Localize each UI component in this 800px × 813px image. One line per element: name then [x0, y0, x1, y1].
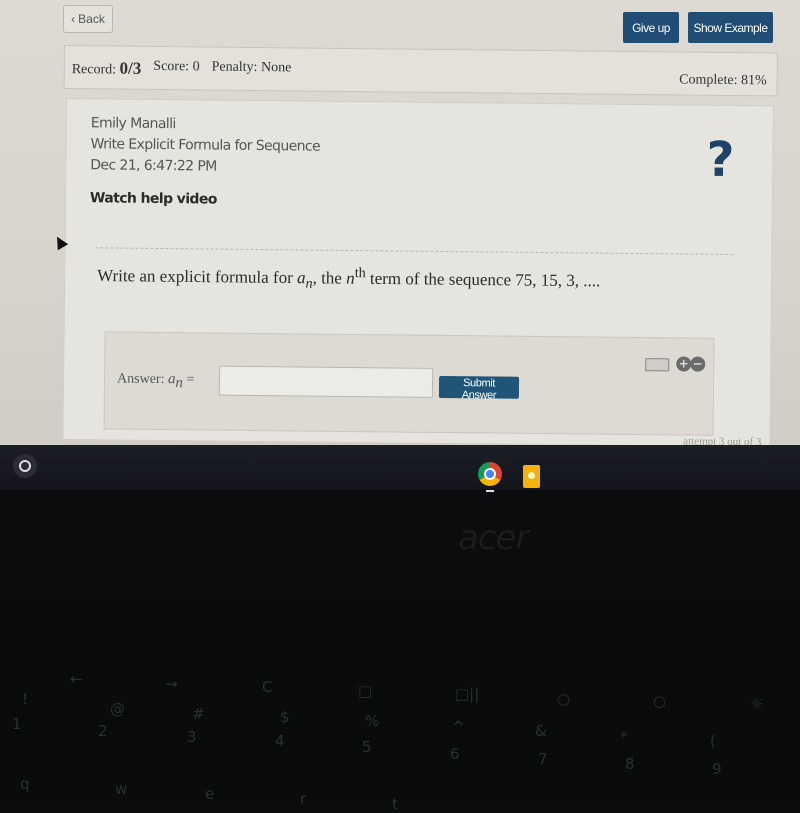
keyboard-key: # [192, 705, 205, 723]
chrome-icon[interactable] [478, 462, 502, 486]
keyboard-key: ( [710, 732, 716, 750]
answer-box: Answer: an = Submit Answer + − [103, 331, 715, 436]
complete-status: Complete: 81% [679, 72, 767, 89]
keyboard-key: w [115, 780, 128, 798]
minus-icon[interactable]: − [690, 356, 706, 372]
record-bar: Record: 0/3 Score: 0 Penalty: None Compl… [63, 45, 778, 97]
acer-logo: acer [458, 518, 529, 558]
physical-keyboard: ← → C □ □|| ○ ○ ☼! @ # $% ^ & * (1 2 3 4 5 6 7 8 9 q w e r t [0, 600, 800, 813]
show-example-button[interactable]: Show Example [688, 12, 773, 43]
keyboard-key: C [262, 678, 273, 696]
question-mid: , the [312, 268, 347, 288]
keyboard-key: & [535, 722, 547, 740]
score: Score: 0 [153, 59, 199, 79]
keyboard-key: e [205, 785, 215, 803]
question-n: n [346, 268, 355, 288]
keyboard-icon[interactable] [645, 358, 670, 372]
keyboard-key: * [620, 728, 628, 746]
keyboard-key: @ [110, 700, 125, 718]
keyboard-key: 1 [12, 715, 22, 733]
timestamp: Dec 21, 6:47:22 PM [90, 157, 217, 175]
penalty-value: None [260, 60, 292, 76]
keyboard-key: ← [70, 670, 83, 688]
google-keep-icon[interactable] [523, 465, 540, 488]
keyboard-key: → [165, 675, 178, 693]
penalty-label: Penalty: [211, 59, 258, 76]
problem-card: Emily Manalli Write Explicit Formula for… [62, 98, 774, 448]
watch-help-video-link[interactable]: Watch help video [90, 188, 320, 211]
keyboard-key: 7 [538, 750, 548, 768]
penalty: Penalty: None [211, 59, 292, 81]
keyboard-key: q [20, 775, 30, 793]
help-question-icon[interactable]: ? [706, 132, 734, 188]
plus-icon[interactable]: + [676, 356, 692, 372]
divider [95, 247, 734, 255]
keyboard-key: $ [280, 708, 290, 726]
record: Record: 0/3 [72, 58, 142, 79]
complete-label: Complete: [679, 72, 738, 89]
launcher-circle-icon [19, 460, 31, 472]
answer-label-text: Answer: [116, 371, 165, 388]
question-prefix: Write an explicit formula for [97, 265, 298, 288]
keyboard-key: □|| [455, 685, 480, 703]
score-value: 0 [192, 59, 200, 75]
keyboard-key: 4 [275, 732, 285, 750]
keyboard-key: 3 [187, 728, 197, 746]
keyboard-key: 9 [712, 760, 722, 778]
browser-screen: ‹ Back Give up Show Example Record: 0/3 … [0, 0, 800, 448]
keyboard-key: 8 [625, 755, 635, 773]
answer-label: Answer: an = [117, 371, 195, 393]
keyboard-key: ! [22, 690, 29, 708]
keyboard-key: ○ [557, 690, 571, 708]
keyboard-key: 6 [450, 745, 460, 763]
complete-value: 81% [740, 73, 767, 89]
record-value: 0/3 [119, 58, 142, 78]
problem-meta: Emily Manalli Write Explicit Formula for… [90, 113, 321, 211]
running-indicator [486, 490, 494, 492]
launcher-button[interactable] [13, 454, 37, 478]
keyboard-key: r [300, 790, 307, 808]
keyboard-key: 2 [98, 722, 108, 740]
keyboard-key: ^ [452, 718, 465, 736]
question-suffix: term of the sequence 75, 15, 3, .... [365, 268, 601, 291]
keyboard-key: % [365, 712, 380, 730]
score-label: Score: [153, 58, 190, 75]
chromeos-shelf [0, 445, 800, 492]
back-button[interactable]: ‹ Back [63, 5, 113, 33]
keyboard-key: t [392, 795, 398, 813]
keyboard-key: 5 [362, 738, 372, 756]
answer-equals: = [186, 372, 195, 388]
keyboard-key: ○ [653, 692, 667, 710]
answer-sub: n [175, 374, 184, 392]
record-label: Record: [71, 62, 117, 78]
keyboard-key: □ [358, 682, 373, 700]
chevron-left-icon: ‹ [71, 12, 76, 26]
back-label: Back [78, 12, 105, 26]
answer-input[interactable] [218, 365, 434, 398]
question-text: Write an explicit formula for an, the nt… [97, 262, 600, 295]
question-sup: th [354, 265, 366, 282]
student-name: Emily Manalli [90, 115, 176, 133]
give-up-button[interactable]: Give up [623, 12, 679, 43]
assignment-title: Write Explicit Formula for Sequence [90, 136, 321, 155]
keyboard-key: ☼ [750, 695, 764, 713]
submit-answer-button[interactable]: Submit Answer [438, 375, 520, 402]
